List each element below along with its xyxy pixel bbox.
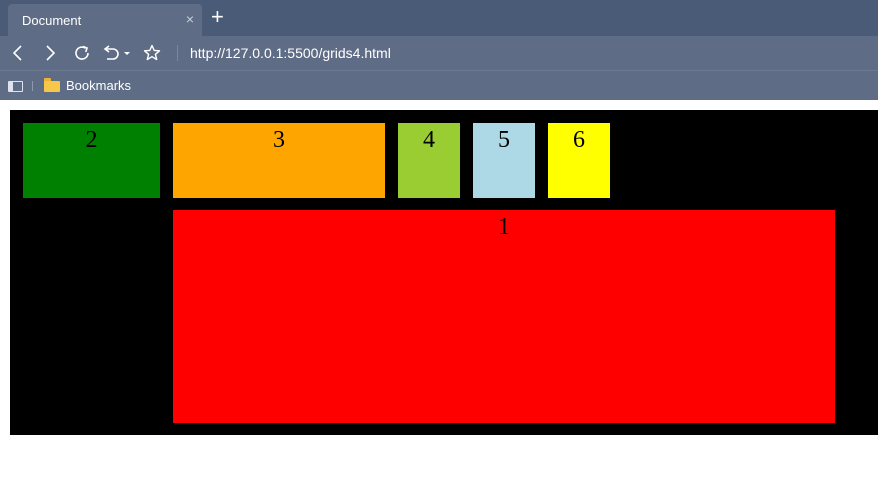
address-bar[interactable]: http://127.0.0.1:5500/grids4.html [184,42,870,64]
star-icon[interactable] [140,36,164,70]
navigation-toolbar: http://127.0.0.1:5500/grids4.html [0,36,878,70]
grid-item-6: 6 [548,123,610,198]
grid-item-5: 5 [473,123,535,198]
grid-item-4: 4 [398,123,460,198]
toolbar-divider [177,45,178,61]
back-icon[interactable] [6,36,30,70]
grid-item-1: 1 [173,210,835,423]
reload-icon[interactable] [70,36,94,70]
tab-bar: Document × + [0,0,878,36]
close-icon[interactable]: × [186,11,194,27]
folder-icon[interactable] [44,78,60,92]
grid-container: 2 3 4 5 6 1 [10,110,878,435]
grid-item-3: 3 [173,123,385,198]
bookmarks-divider [32,81,33,91]
bookmarks-bar: Bookmarks [0,70,878,100]
sidebar-icon[interactable] [8,81,23,92]
tab-document[interactable]: Document × [8,4,202,36]
bookmarks-folder-label[interactable]: Bookmarks [66,78,131,93]
new-tab-icon[interactable]: + [211,5,224,29]
tab-title: Document [22,13,82,28]
undo-icon[interactable] [98,36,134,70]
grid-item-2: 2 [23,123,160,198]
forward-icon[interactable] [38,36,62,70]
